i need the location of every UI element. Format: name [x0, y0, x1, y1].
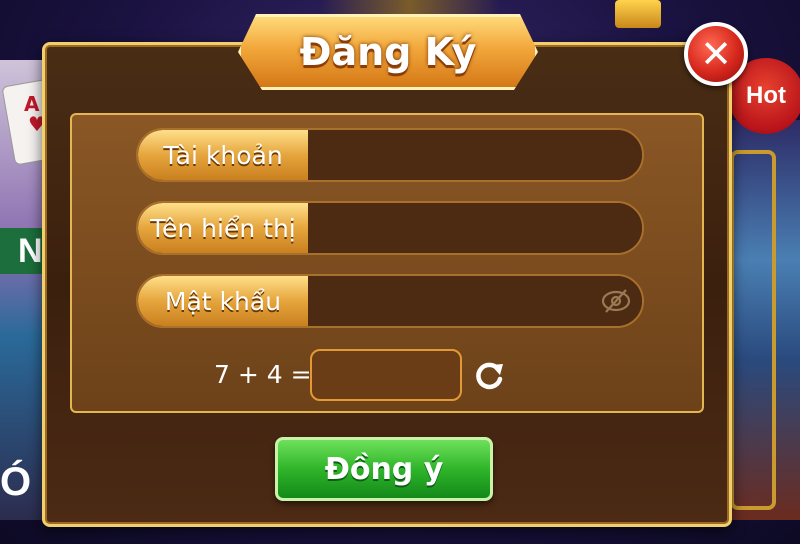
- password-input[interactable]: [308, 276, 642, 326]
- password-label: Mật khẩu: [138, 276, 308, 326]
- username-label: Tài khoản: [138, 130, 308, 180]
- refresh-icon[interactable]: [474, 360, 506, 392]
- display-name-row: Tên hiển thị: [136, 201, 644, 255]
- right-game-tile-frame: [730, 150, 776, 510]
- dialog-title-plate: Đăng Ký: [238, 14, 538, 90]
- captcha-input[interactable]: [310, 349, 462, 401]
- crown-decoration: [615, 0, 661, 28]
- display-name-label: Tên hiển thị: [138, 203, 308, 253]
- game-tile-label-bottom: Ó: [0, 460, 32, 504]
- top-decoration: [320, 0, 500, 14]
- close-icon: ✕: [700, 32, 732, 76]
- dialog-title: Đăng Ký: [299, 30, 477, 74]
- username-row: Tài khoản: [136, 128, 644, 182]
- close-button[interactable]: ✕: [684, 22, 748, 86]
- eye-slash-icon[interactable]: [600, 287, 632, 315]
- password-row: Mật khẩu: [136, 274, 644, 328]
- username-input[interactable]: [308, 130, 642, 180]
- captcha-question: 7 + 4 =: [214, 360, 312, 389]
- display-name-input[interactable]: [308, 203, 642, 253]
- submit-button[interactable]: Đồng ý: [275, 437, 493, 501]
